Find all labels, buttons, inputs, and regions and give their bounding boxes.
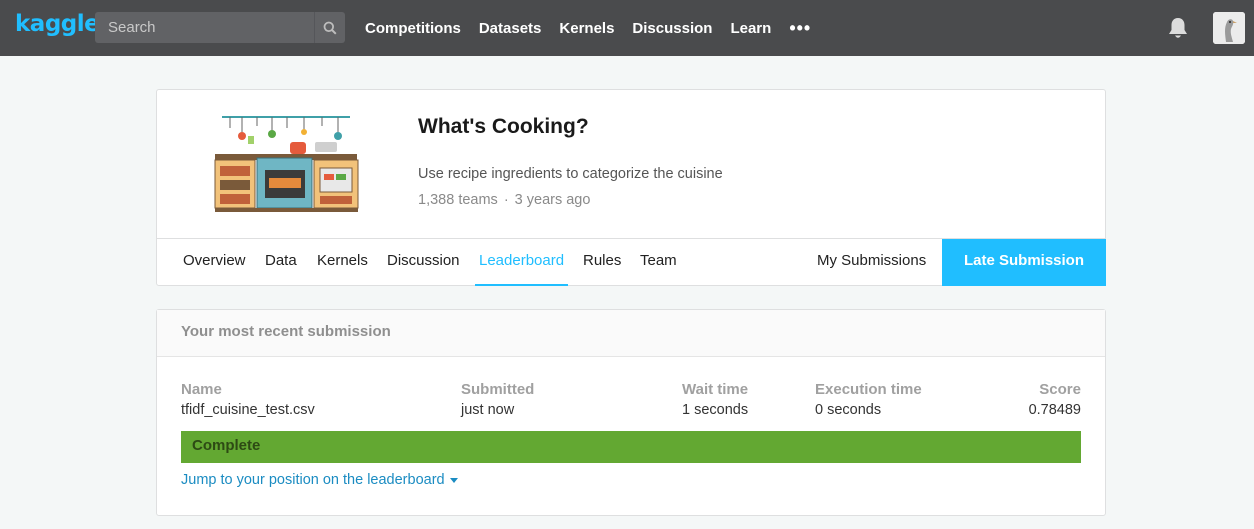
- meta-separator: ·: [503, 192, 509, 208]
- col-name-label: Name: [181, 381, 222, 398]
- submission-filename: tfidf_cuisine_test.csv: [181, 402, 315, 418]
- competition-title: What's Cooking?: [418, 115, 589, 138]
- jump-link-label: Jump to your position on the leaderboard: [181, 472, 445, 488]
- search-box: [95, 12, 345, 43]
- competition-tabs: Overview Data Kernels Discussion Leaderb…: [157, 238, 1106, 286]
- main-nav: Competitions Datasets Kernels Discussion…: [365, 0, 811, 56]
- late-submission-button[interactable]: Late Submission: [942, 239, 1106, 286]
- nav-datasets[interactable]: Datasets: [479, 20, 542, 37]
- submission-score: 0.78489: [1028, 402, 1081, 418]
- tab-data[interactable]: Data: [265, 239, 297, 286]
- nav-kernels[interactable]: Kernels: [559, 20, 614, 37]
- col-exec-label: Execution time: [815, 381, 922, 398]
- more-menu-icon[interactable]: •••: [789, 18, 811, 39]
- tab-overview[interactable]: Overview: [183, 239, 246, 286]
- nav-competitions[interactable]: Competitions: [365, 20, 461, 37]
- top-navbar: kaggle Competitions Datasets Kernels Dis…: [0, 0, 1254, 56]
- notifications-bell-icon[interactable]: [1167, 16, 1189, 40]
- tab-discussion[interactable]: Discussion: [387, 239, 460, 286]
- search-input[interactable]: [95, 12, 314, 43]
- recent-submission-card: Your most recent submission Name Submitt…: [156, 309, 1106, 516]
- col-submitted-label: Submitted: [461, 381, 535, 398]
- user-avatar[interactable]: [1213, 12, 1245, 44]
- col-score-label: Score: [1039, 381, 1081, 398]
- search-icon: [323, 21, 337, 35]
- tab-kernels[interactable]: Kernels: [317, 239, 368, 286]
- nav-learn[interactable]: Learn: [730, 20, 771, 37]
- submission-exec-time: 0 seconds: [815, 402, 882, 418]
- nav-discussion[interactable]: Discussion: [632, 20, 712, 37]
- competition-age: 3 years ago: [514, 192, 591, 208]
- submission-wait-time: 1 seconds: [682, 402, 749, 418]
- competition-header-card: What's Cooking? Use recipe ingredients t…: [156, 89, 1106, 286]
- jump-to-leaderboard-link[interactable]: Jump to your position on the leaderboard: [181, 472, 458, 488]
- team-count: 1,388 teams: [418, 192, 498, 208]
- caret-down-icon: [449, 477, 458, 483]
- submission-status-bar: Complete: [181, 431, 1081, 463]
- competition-meta: 1,388 teams · 3 years ago: [418, 192, 590, 208]
- tab-leaderboard[interactable]: Leaderboard: [475, 239, 569, 286]
- avatar-image: [1213, 12, 1245, 44]
- recent-submission-header: Your most recent submission: [157, 310, 1105, 357]
- submission-time: just now: [461, 402, 515, 418]
- my-submissions-link[interactable]: My Submissions: [817, 239, 926, 286]
- tab-team[interactable]: Team: [640, 239, 677, 286]
- competition-kitchen-illustration: [214, 116, 359, 212]
- search-button[interactable]: [314, 12, 345, 43]
- kaggle-logo[interactable]: kaggle: [15, 11, 100, 37]
- competition-subtitle: Use recipe ingredients to categorize the…: [418, 166, 723, 182]
- tab-rules[interactable]: Rules: [583, 239, 621, 286]
- col-wait-label: Wait time: [682, 381, 749, 398]
